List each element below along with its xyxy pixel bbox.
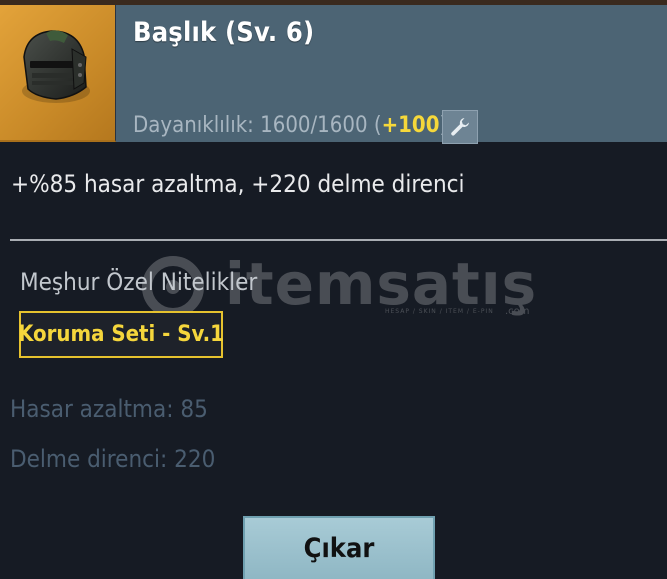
watermark-tagline: HESAP / SKIN / ITEM / E-PIN xyxy=(385,308,494,315)
repair-button[interactable] xyxy=(442,110,478,144)
durability-text: Dayanıklılık: 1600/1600 (+100) xyxy=(133,111,447,141)
watermark-brand: itemsatış xyxy=(225,250,538,318)
helmet-icon xyxy=(22,30,90,103)
stat-damage-reduction: Hasar azaltma: 85 xyxy=(10,395,208,423)
durability-bonus: +100 xyxy=(381,113,440,138)
durability-bonus-open: ( xyxy=(373,113,382,138)
remove-button-label: Çıkar xyxy=(303,533,375,564)
item-header: Başlık (Sv. 6) Dayanıklılık: 1600/1600 (… xyxy=(0,5,667,144)
section-divider xyxy=(10,239,667,241)
watermark-suffix: .com xyxy=(505,306,530,317)
item-thumbnail[interactable] xyxy=(0,5,116,142)
durability-value: 1600/1600 xyxy=(260,113,368,138)
item-effect-description: +%85 hasar azaltma, +220 delme direnci xyxy=(11,170,465,198)
item-title: Başlık (Sv. 6) xyxy=(133,17,315,48)
remove-button[interactable]: Çıkar xyxy=(243,516,435,579)
set-badge-label: Koruma Seti - Sv.1 xyxy=(18,322,224,347)
wrench-icon xyxy=(451,118,469,136)
durability-label: Dayanıklılık: xyxy=(133,113,254,138)
set-badge[interactable]: Koruma Seti - Sv.1 xyxy=(18,311,224,358)
stat-penetration-resistance: Delme direnci: 220 xyxy=(10,445,216,473)
special-attributes-title: Meşhur Özel Nitelikler xyxy=(20,268,258,296)
